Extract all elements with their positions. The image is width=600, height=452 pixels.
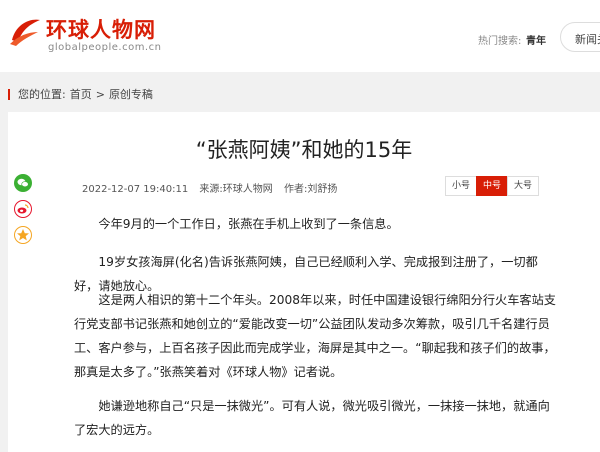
article-paragraph: 这是两人相识的第十二个年头。2008年以来，时任中国建设银行绵阳分行火车客站支行… — [74, 293, 556, 379]
qzone-icon — [17, 229, 29, 241]
search-placeholder: 新闻关 — [575, 33, 600, 46]
article-source: 来源:环球人物网 — [199, 184, 273, 195]
font-size-switcher: 小号 中号 大号 — [445, 176, 539, 196]
font-size-large-button[interactable]: 大号 — [507, 176, 539, 196]
weibo-share-button[interactable] — [14, 200, 32, 218]
breadcrumb-section-link[interactable]: 原创专稿 — [109, 86, 153, 102]
article-card: “张燕阿姨”和她的15年 2022-12-07 19:40:11 来源:环球人物… — [8, 112, 600, 452]
site-header: 环球人物网 globalpeople.com.cn 热门搜索: 青年 新闻关 — [0, 0, 600, 72]
breadcrumb-prefix: 您的位置: — [18, 88, 66, 101]
breadcrumb-marker — [8, 88, 10, 100]
article-paragraph: 她谦逊地称自己“只是一抹微光”。可有人说，微光吸引微光，一抹接一抹地，就通向了宏… — [74, 399, 550, 437]
article-meta: 2022-12-07 19:40:11 来源:环球人物网 作者:刘舒扬 — [82, 180, 345, 195]
search-input[interactable]: 新闻关 — [560, 22, 600, 52]
article-title: “张燕阿姨”和她的15年 — [195, 138, 413, 162]
hot-search-term[interactable]: 青年 — [526, 32, 546, 47]
article-author: 作者:刘舒扬 — [283, 184, 338, 195]
wechat-share-button[interactable] — [14, 174, 32, 192]
site-logo-domain: globalpeople.com.cn — [48, 42, 162, 53]
wechat-icon — [17, 178, 29, 188]
weibo-icon — [17, 204, 29, 214]
qzone-share-button[interactable] — [14, 226, 32, 244]
breadcrumb-home-link[interactable]: 首页 — [70, 86, 92, 102]
breadcrumb-separator: > — [95, 87, 105, 101]
logo-icon[interactable] — [8, 14, 42, 48]
font-size-small-button[interactable]: 小号 — [445, 176, 477, 196]
site-logo-text[interactable]: 环球人物网 — [46, 14, 156, 44]
breadcrumb: 您的位置: 首页 > 原创专稿 — [8, 86, 153, 102]
hot-search-label: 热门搜索: — [478, 36, 522, 47]
font-size-medium-button[interactable]: 中号 — [476, 176, 508, 196]
article-paragraph: 今年9月的一个工作日，张燕在手机上收到了一条信息。 — [98, 217, 399, 231]
article-date: 2022-12-07 19:40:11 — [82, 184, 189, 195]
